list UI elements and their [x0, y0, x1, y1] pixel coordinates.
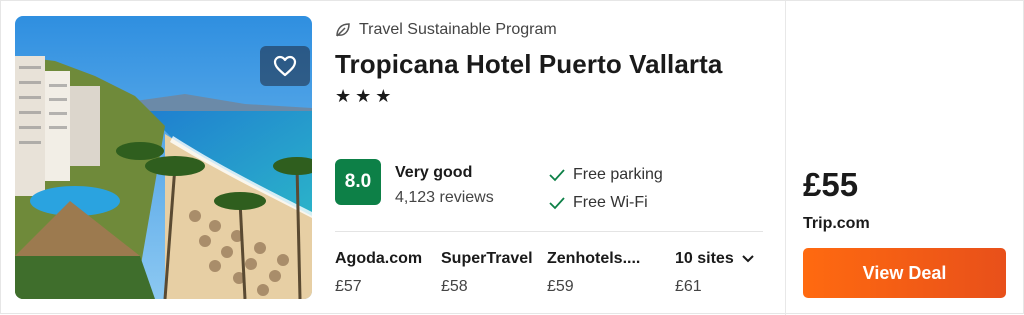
sustainability-badge: Travel Sustainable Program — [335, 21, 557, 39]
amenity-label: Free Wi-Fi — [573, 194, 648, 211]
price-site-item[interactable]: Zenhotels.... £59 — [547, 250, 640, 296]
divider — [335, 231, 763, 232]
amenity-label: Free parking — [573, 166, 663, 183]
best-price-site: Trip.com — [803, 215, 870, 232]
site-price: £57 — [335, 278, 362, 295]
star-rating: ★★★ — [335, 86, 396, 106]
price-site-item[interactable]: SuperTravel £58 — [441, 250, 533, 296]
amenity-item: Free parking — [549, 166, 663, 184]
price-site-item[interactable]: Agoda.com £57 — [335, 250, 422, 296]
hotel-photo[interactable] — [15, 16, 312, 299]
rating-label: Very good — [395, 164, 473, 181]
check-icon — [549, 196, 565, 210]
check-icon — [549, 168, 565, 182]
rating-score-badge: 8.0 — [335, 159, 381, 205]
favorite-button[interactable] — [260, 46, 310, 86]
more-sites-label: 10 sites — [675, 250, 734, 267]
view-deal-button[interactable]: View Deal — [803, 248, 1006, 298]
hotel-name[interactable]: Tropicana Hotel Puerto Vallarta — [335, 49, 722, 80]
chevron-down-icon — [742, 255, 754, 263]
review-count[interactable]: 4,123 reviews — [395, 189, 494, 207]
site-price: £59 — [547, 278, 574, 295]
site-name: SuperTravel — [441, 250, 533, 267]
site-price: £58 — [441, 278, 468, 295]
divider — [785, 1, 786, 315]
more-sites-dropdown[interactable]: 10 sites £61 — [675, 250, 754, 296]
best-price: £55 — [803, 166, 859, 203]
sustainability-label: Travel Sustainable Program — [359, 21, 557, 38]
site-name: Zenhotels.... — [547, 250, 641, 267]
amenity-item: Free Wi-Fi — [549, 194, 648, 212]
more-sites-price: £61 — [675, 278, 702, 295]
heart-icon — [273, 55, 297, 77]
site-name: Agoda.com — [335, 250, 423, 267]
hotel-result-card[interactable]: Travel Sustainable Program Tropicana Hot… — [0, 0, 1024, 315]
leaf-icon — [335, 22, 351, 38]
